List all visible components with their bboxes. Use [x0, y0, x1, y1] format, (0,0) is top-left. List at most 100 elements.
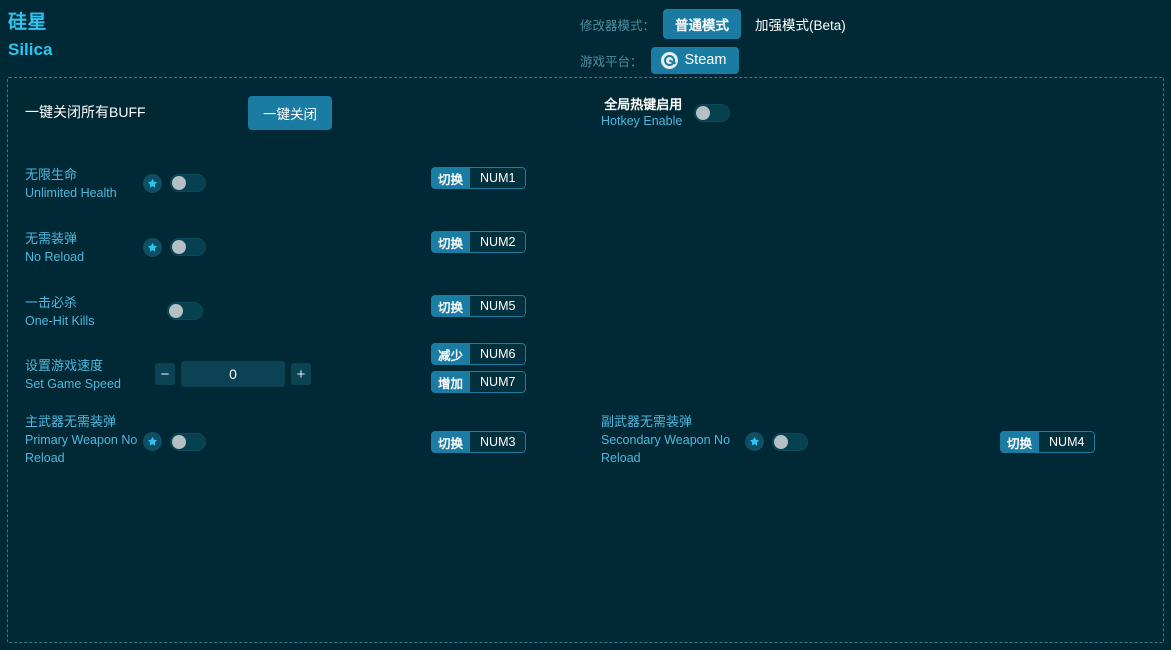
game-title-block: 硅星 Silica [8, 10, 52, 62]
hotkey-action: 切换 [431, 167, 470, 189]
hotkey-pill[interactable]: 减少 NUM6 [431, 343, 526, 365]
game-speed-value[interactable] [181, 361, 285, 387]
favorite-star-icon[interactable] [745, 432, 764, 451]
hotkey-group: 切换 NUM2 [431, 231, 526, 253]
hotkey-pill[interactable]: 增加 NUM7 [431, 371, 526, 393]
table-row: 无需装弹 No Reload [25, 229, 206, 266]
cheat-label-cn: 无限生命 [25, 166, 143, 184]
close-all-buffs-label: 一键关闭所有BUFF [25, 102, 146, 122]
trainer-window: 硅星 Silica 修改器模式： 普通模式 加强模式(Beta) 游戏平台： S… [0, 0, 1171, 650]
cheat-toggle[interactable] [167, 302, 203, 320]
trainer-mode-label: 修改器模式： [580, 15, 655, 34]
hotkey-key: NUM7 [470, 371, 526, 393]
toggle-knob [774, 435, 788, 449]
cheat-label-cn: 主武器无需装弹 [25, 413, 143, 431]
cheat-label: 无需装弹 No Reload [25, 229, 143, 266]
trainer-mode-row: 修改器模式： 普通模式 加强模式(Beta) [580, 9, 858, 39]
hotkey-stack: 减少 NUM6 增加 NUM7 [431, 343, 526, 393]
hotkey-group: 减少 NUM6 增加 NUM7 [431, 343, 526, 393]
game-platform-row: 游戏平台： Steam [580, 45, 739, 75]
cheat-label-cn: 一击必杀 [25, 294, 143, 312]
hotkey-key: NUM5 [470, 295, 526, 317]
cheat-controls [143, 165, 206, 201]
hotkey-key: NUM3 [470, 431, 526, 453]
hotkey-group: 切换 NUM3 [431, 431, 526, 453]
cheat-label-en: Set Game Speed [25, 375, 143, 393]
cheat-toggle[interactable] [170, 174, 206, 192]
toggle-knob [172, 435, 186, 449]
platform-steam-label: Steam [685, 52, 727, 68]
stepper-decrement-button[interactable]: − [155, 363, 175, 385]
cheat-label: 副武器无需装弹 Secondary Weapon No Reload [601, 412, 745, 467]
cheat-controls [745, 412, 808, 448]
cheat-toggle[interactable] [170, 238, 206, 256]
cheat-toggle[interactable] [772, 433, 808, 451]
cheat-label-en: Primary Weapon No Reload [25, 431, 143, 467]
hotkey-stack: 切换 NUM4 [1000, 431, 1095, 453]
hotkey-key: NUM2 [470, 231, 526, 253]
stepper-increment-button[interactable]: + [291, 363, 311, 385]
cheats-panel: 一键关闭所有BUFF 一键关闭 全局热键启用 Hotkey Enable 无限生… [7, 77, 1164, 643]
hotkey-pill[interactable]: 切换 NUM5 [431, 295, 526, 317]
cheat-controls: − + [143, 356, 311, 392]
table-row: 设置游戏速度 Set Game Speed − + [25, 356, 311, 393]
hotkey-pill[interactable]: 切换 NUM3 [431, 431, 526, 453]
table-row: 副武器无需装弹 Secondary Weapon No Reload [601, 412, 808, 467]
hotkey-action: 切换 [431, 231, 470, 253]
steam-logo-icon [661, 52, 678, 69]
cheat-label: 主武器无需装弹 Primary Weapon No Reload [25, 412, 143, 467]
game-speed-stepper: − + [155, 361, 311, 387]
hotkey-stack: 切换 NUM2 [431, 231, 526, 253]
table-row: 无限生命 Unlimited Health [25, 165, 206, 202]
global-hotkey-control: 全局热键启用 Hotkey Enable [601, 96, 730, 130]
table-row: 一击必杀 One-Hit Kills [25, 293, 203, 330]
cheat-label-en: Unlimited Health [25, 184, 143, 202]
toggle-knob [172, 240, 186, 254]
platform-steam-button[interactable]: Steam [651, 47, 740, 74]
hotkey-stack: 切换 NUM5 [431, 295, 526, 317]
cheat-label: 一击必杀 One-Hit Kills [25, 293, 143, 330]
global-hotkey-labels: 全局热键启用 Hotkey Enable [601, 96, 682, 130]
hotkey-group: 切换 NUM4 [1000, 431, 1095, 453]
cheat-controls [143, 229, 206, 265]
hotkey-key: NUM6 [470, 343, 526, 365]
game-title-en: Silica [8, 38, 52, 62]
hotkey-key: NUM1 [470, 167, 526, 189]
hotkey-pill[interactable]: 切换 NUM2 [431, 231, 526, 253]
cheat-toggle[interactable] [170, 433, 206, 451]
game-platform-label: 游戏平台： [580, 51, 643, 70]
cheat-controls [143, 293, 203, 329]
global-hotkey-label-cn: 全局热键启用 [601, 96, 682, 113]
hotkey-action: 增加 [431, 371, 470, 393]
table-row: 主武器无需装弹 Primary Weapon No Reload [25, 412, 206, 467]
cheat-label-en: Secondary Weapon No Reload [601, 431, 745, 467]
cheat-label-cn: 副武器无需装弹 [601, 413, 745, 431]
cheat-label-en: No Reload [25, 248, 143, 266]
hotkey-action: 切换 [431, 431, 470, 453]
panel-top-strip: 一键关闭所有BUFF 一键关闭 全局热键启用 Hotkey Enable [8, 78, 1163, 140]
mode-enhanced-button[interactable]: 加强模式(Beta) [741, 9, 858, 39]
hotkey-pill[interactable]: 切换 NUM1 [431, 167, 526, 189]
hotkey-action: 切换 [431, 295, 470, 317]
toggle-knob [696, 106, 710, 120]
hotkey-action: 切换 [1000, 431, 1039, 453]
cheat-label-cn: 无需装弹 [25, 230, 143, 248]
hotkey-pill[interactable]: 切换 NUM4 [1000, 431, 1095, 453]
cheat-label-en: One-Hit Kills [25, 312, 143, 330]
hotkey-action: 减少 [431, 343, 470, 365]
close-all-buffs-button[interactable]: 一键关闭 [248, 96, 332, 130]
cheat-controls [143, 412, 206, 448]
hotkey-group: 切换 NUM5 [431, 295, 526, 317]
favorite-star-icon[interactable] [143, 174, 162, 193]
mode-normal-button[interactable]: 普通模式 [663, 9, 741, 39]
global-hotkey-toggle[interactable] [694, 104, 730, 122]
favorite-star-icon[interactable] [143, 432, 162, 451]
game-title-cn: 硅星 [8, 10, 52, 36]
favorite-star-icon[interactable] [143, 238, 162, 257]
hotkey-group: 切换 NUM1 [431, 167, 526, 189]
global-hotkey-label-en: Hotkey Enable [601, 113, 682, 130]
cheat-label-cn: 设置游戏速度 [25, 357, 143, 375]
cheat-label: 设置游戏速度 Set Game Speed [25, 356, 143, 393]
hotkey-key: NUM4 [1039, 431, 1095, 453]
toggle-knob [169, 304, 183, 318]
